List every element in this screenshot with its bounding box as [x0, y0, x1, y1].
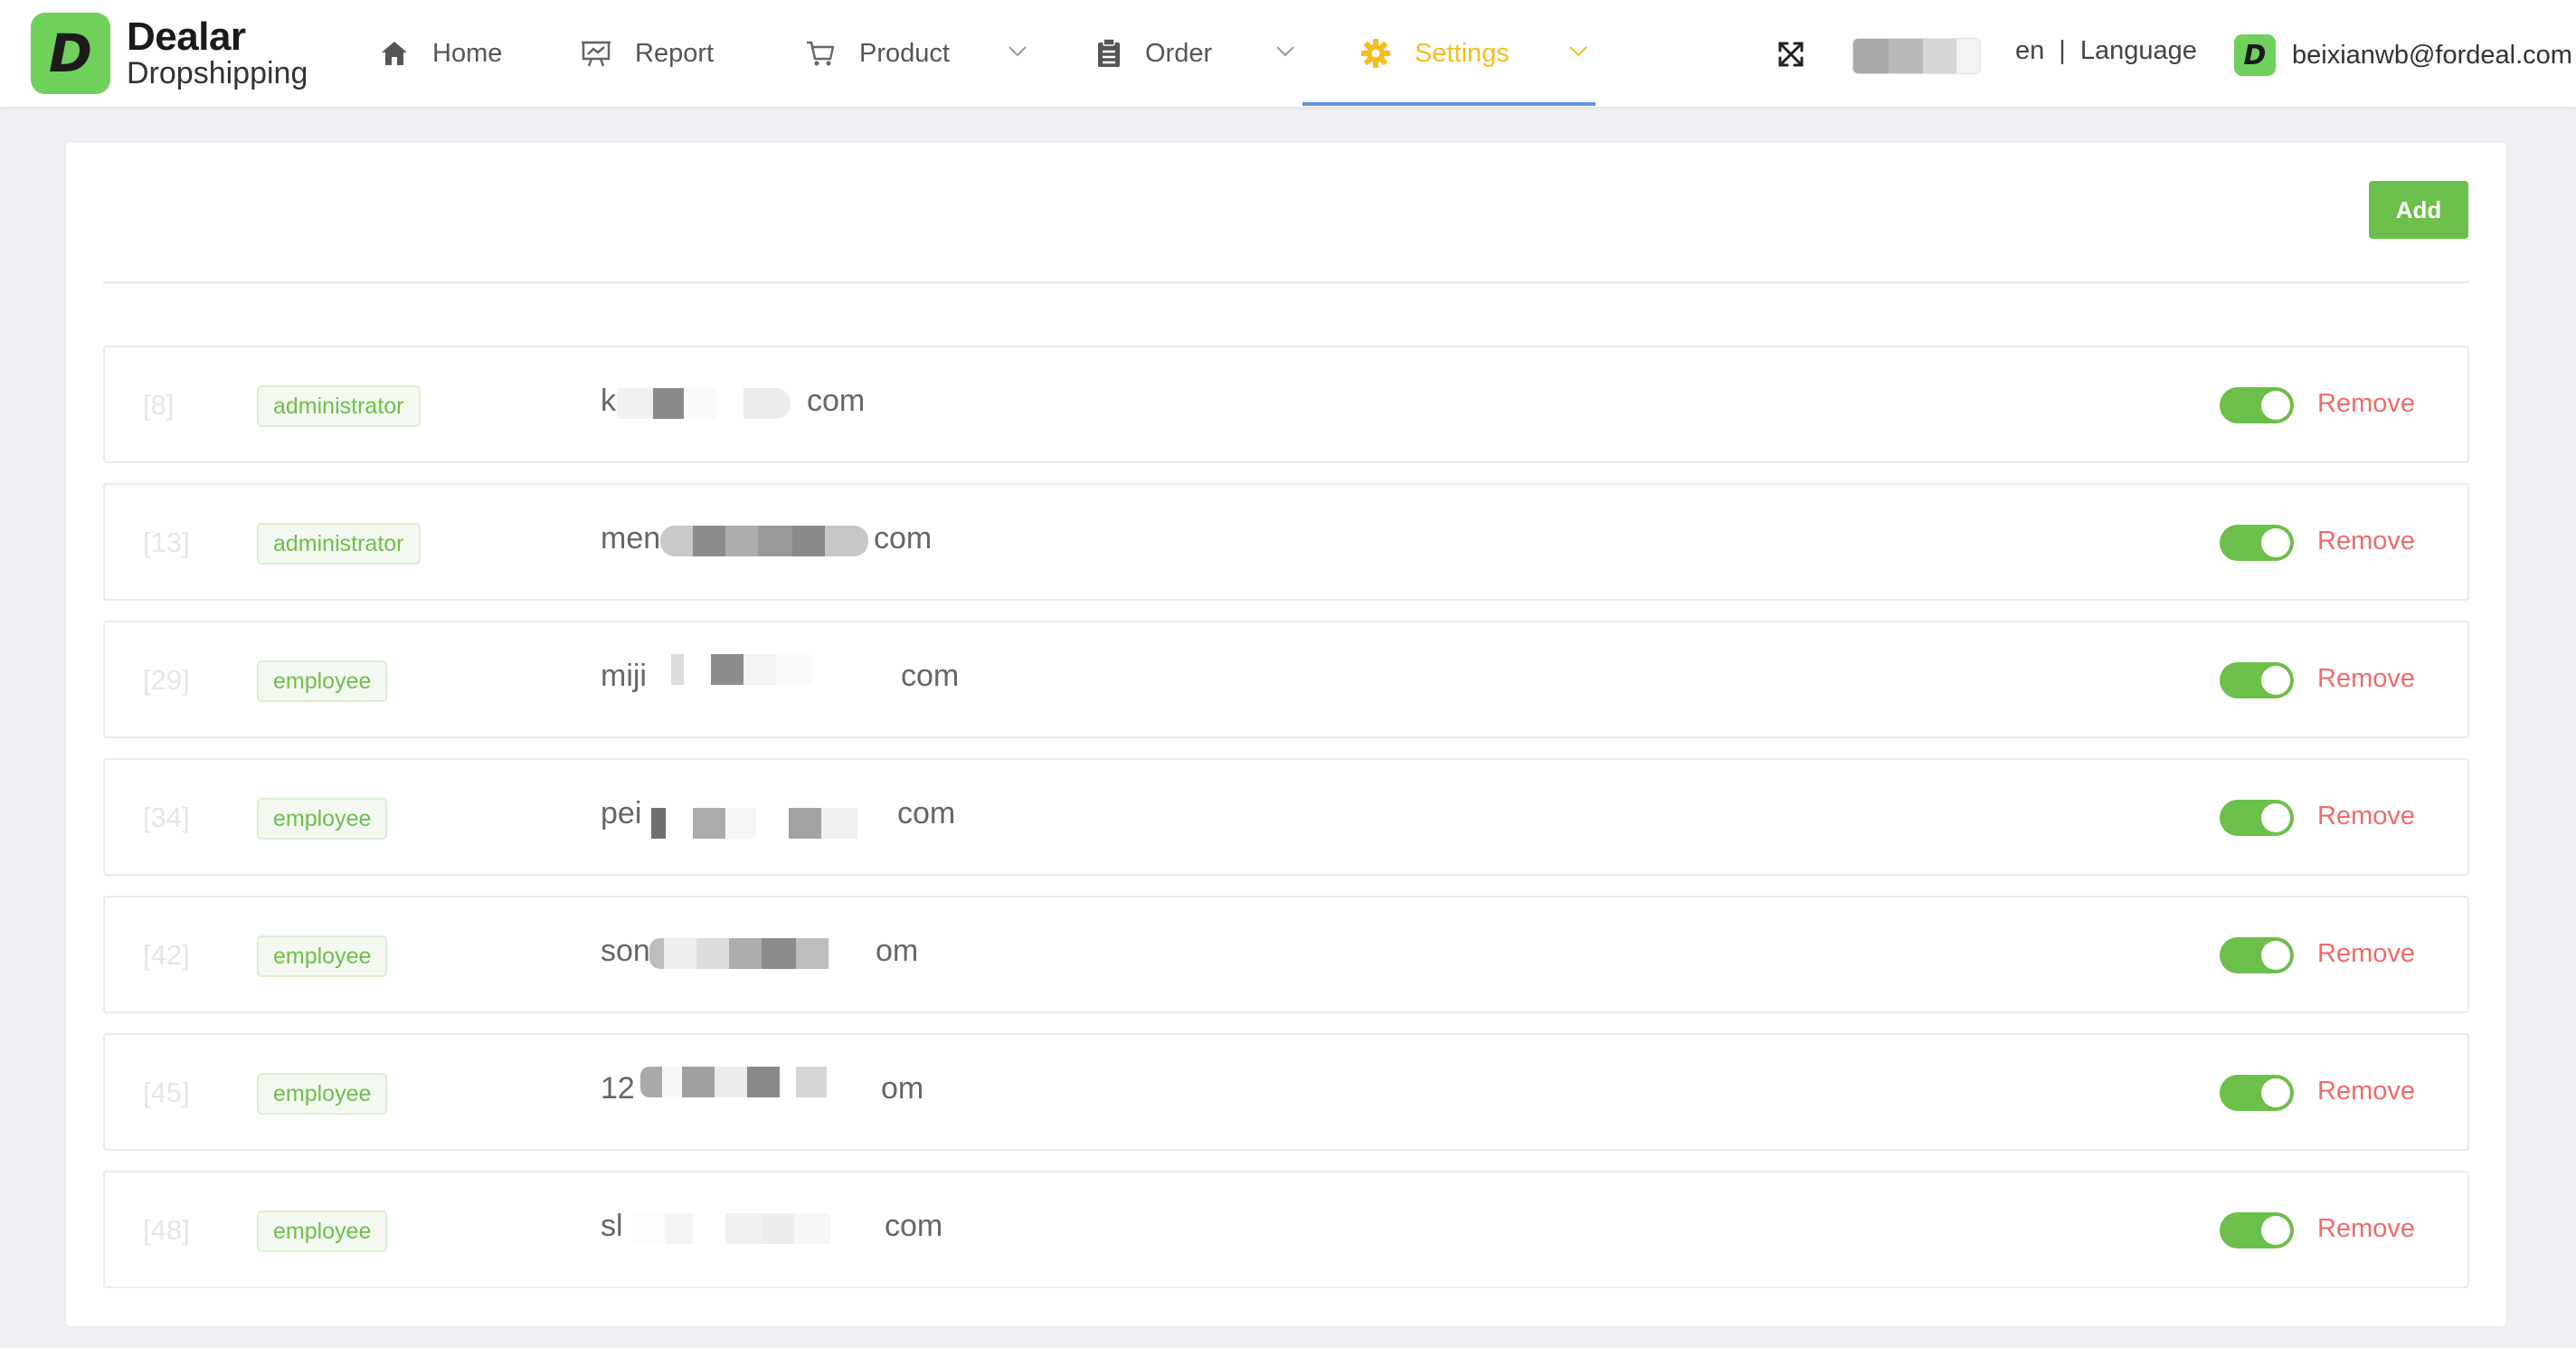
shopping-cart-icon	[807, 41, 835, 66]
member-id: [34]	[143, 802, 190, 833]
nav-report[interactable]: Report	[581, 0, 714, 107]
member-id: [42]	[143, 939, 190, 971]
status-toggle[interactable]	[2220, 525, 2294, 561]
logo-subtitle: Dropshipping	[127, 56, 308, 91]
nav-settings-label: Settings	[1415, 38, 1510, 68]
logo-badge: D	[31, 13, 110, 94]
role-tag: administrator	[257, 523, 421, 565]
member-email-end: om	[876, 934, 919, 968]
add-button[interactable]: Add	[2369, 181, 2468, 239]
nav-settings[interactable]: Settings	[1360, 0, 1596, 107]
clipboard-icon	[1098, 38, 1120, 67]
redacted-email	[651, 802, 857, 845]
nav-report-label: Report	[635, 38, 715, 68]
remove-button[interactable]: Remove	[2317, 389, 2415, 419]
nav-home-label: Home	[432, 38, 503, 68]
member-email-start: miji	[601, 659, 647, 693]
role-tag: employee	[257, 798, 388, 840]
member-email-end: com	[807, 384, 866, 418]
member-row: [29] employee miji com Remove	[103, 621, 2469, 738]
store-select[interactable]	[1852, 38, 1981, 74]
presentation-icon	[582, 41, 611, 67]
chevron-down-icon	[1009, 46, 1027, 57]
member-email-end: om	[881, 1071, 924, 1106]
divider	[103, 281, 2469, 283]
active-nav-indicator	[1302, 102, 1596, 106]
nav-home[interactable]: Home	[380, 0, 502, 107]
remove-button[interactable]: Remove	[2317, 939, 2415, 969]
role-tag: employee	[257, 660, 388, 702]
status-toggle[interactable]	[2220, 937, 2294, 973]
member-id: [13]	[143, 527, 190, 558]
gear-icon	[1361, 39, 1390, 68]
user-email: beixianwb@fordeal.com	[2292, 40, 2572, 70]
language-switcher[interactable]: en | Language	[2015, 36, 2197, 66]
member-id: [29]	[143, 664, 190, 696]
remove-button[interactable]: Remove	[2317, 527, 2415, 556]
role-tag: employee	[257, 1073, 388, 1115]
member-email-start: pei	[601, 796, 642, 831]
nav-product[interactable]: Product	[805, 0, 1031, 107]
nav-order-label: Order	[1145, 38, 1213, 68]
remove-button[interactable]: Remove	[2317, 802, 2415, 831]
member-row: [8] administrator k com Remove	[103, 346, 2469, 463]
member-row: [34] employee pei com Remove	[103, 758, 2469, 876]
nav-order[interactable]: Order	[1096, 0, 1297, 107]
member-email-start: sl	[601, 1209, 623, 1243]
language-separator: |	[2059, 36, 2066, 65]
member-row: [13] administrator men com Remove	[103, 483, 2469, 601]
status-toggle[interactable]	[2220, 662, 2294, 698]
logo-title: Dealar	[127, 14, 246, 60]
member-email-end: com	[901, 659, 960, 693]
top-header: D Dealar Dropshipping Home Report Produc…	[0, 0, 2576, 107]
redacted-email	[617, 382, 791, 425]
member-id: [45]	[143, 1077, 190, 1108]
member-list: [8] administrator k com Remove [13] admi…	[103, 346, 2469, 1308]
member-email-start: 12	[601, 1071, 635, 1106]
user-menu[interactable]: D beixianwb@fordeal.com	[2234, 34, 2572, 76]
member-email-start: son	[601, 934, 650, 968]
member-email-end: com	[874, 521, 933, 555]
avatar: D	[2234, 34, 2276, 76]
remove-button[interactable]: Remove	[2317, 1214, 2415, 1244]
members-card: Add [8] administrator k com Remove [13] …	[66, 143, 2506, 1326]
logo-text: Dealar Dropshipping	[127, 14, 308, 91]
redacted-email	[660, 519, 868, 563]
chevron-down-icon	[1569, 46, 1587, 57]
member-email-start: men	[601, 521, 661, 555]
nav-product-label: Product	[859, 38, 950, 68]
role-tag: employee	[257, 1210, 388, 1252]
member-id: [48]	[143, 1214, 190, 1246]
member-email-end: com	[885, 1209, 943, 1243]
role-tag: employee	[257, 935, 388, 977]
redacted-email	[671, 648, 812, 691]
home-icon	[382, 42, 407, 65]
remove-button[interactable]: Remove	[2317, 1077, 2415, 1106]
status-toggle[interactable]	[2220, 800, 2294, 836]
member-id: [8]	[143, 389, 175, 421]
chevron-down-icon	[1276, 46, 1294, 57]
language-code: en	[2015, 36, 2045, 65]
member-row: [48] employee sl com Remove	[103, 1171, 2469, 1288]
member-row: [42] employee son om Remove	[103, 896, 2469, 1013]
role-tag: administrator	[257, 385, 421, 427]
redacted-email	[649, 932, 829, 975]
redacted-email	[633, 1207, 830, 1250]
fullscreen-icon[interactable]	[1776, 40, 1805, 69]
language-label: Language	[2079, 36, 2197, 65]
member-row: [45] employee 12 om Remove	[103, 1033, 2469, 1151]
status-toggle[interactable]	[2220, 1075, 2294, 1111]
brand-logo[interactable]: D Dealar Dropshipping	[31, 13, 308, 94]
member-email-start: k	[601, 384, 616, 418]
status-toggle[interactable]	[2220, 387, 2294, 423]
remove-button[interactable]: Remove	[2317, 664, 2415, 694]
status-toggle[interactable]	[2220, 1212, 2294, 1248]
member-email-end: com	[897, 796, 956, 831]
redacted-email	[640, 1060, 827, 1104]
